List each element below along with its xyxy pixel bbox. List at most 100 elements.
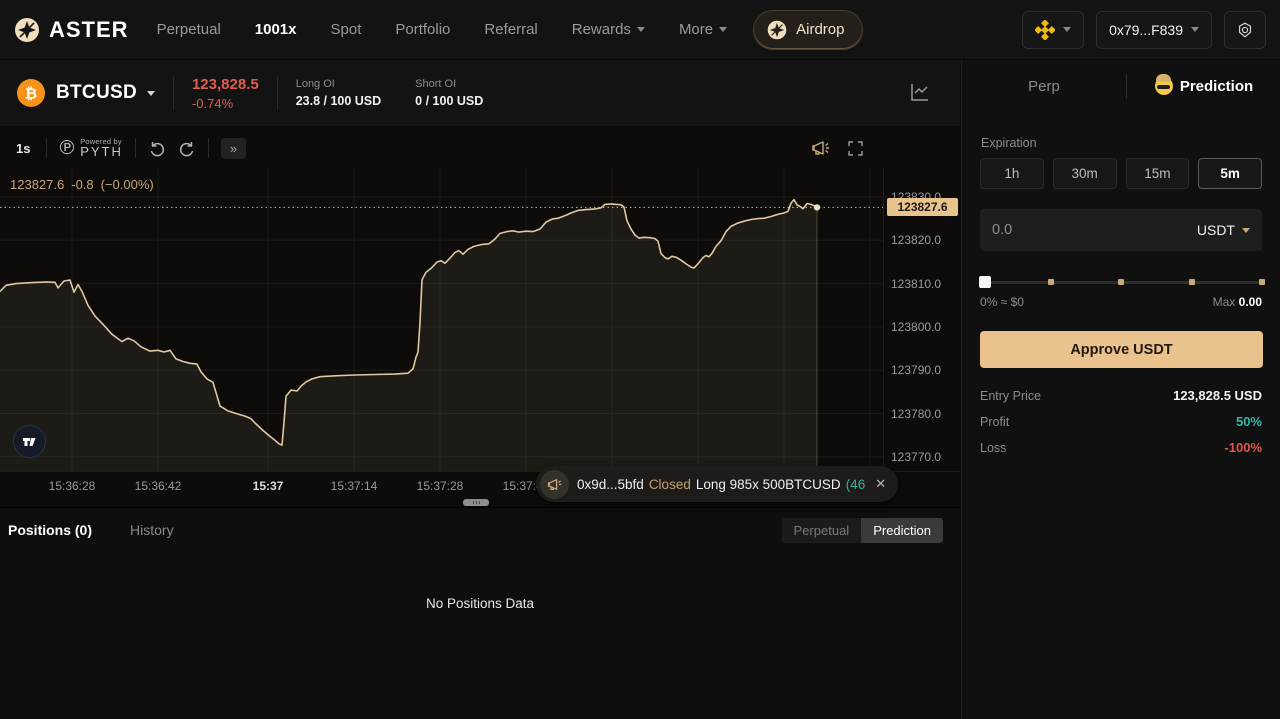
pair-name: BTCUSD: [56, 82, 137, 104]
wallet-selector[interactable]: 0x79...F839: [1096, 11, 1212, 49]
svg-text:₿: ₿: [25, 85, 37, 103]
expiration-30m-button[interactable]: 30m: [1053, 158, 1117, 189]
positions-mode-toggle: Perpetual Prediction: [782, 518, 943, 543]
bnb-chain-icon: [1035, 20, 1055, 40]
slider-tick-50[interactable]: [1118, 279, 1124, 285]
ticker-change: -0.74%: [192, 96, 259, 111]
redo-button[interactable]: [178, 139, 196, 157]
prediction-emoji-icon: [1155, 77, 1173, 95]
settings-button[interactable]: [1224, 11, 1266, 49]
fullscreen-button[interactable]: [847, 140, 864, 157]
expiration-1h-button[interactable]: 1h: [980, 158, 1044, 189]
tab-prediction[interactable]: Prediction: [1127, 77, 1280, 95]
pyth-logo-icon: ℗: [59, 137, 74, 160]
nav-item-perpetual[interactable]: Perpetual: [157, 21, 221, 38]
chevron-down-icon: [1063, 27, 1071, 32]
price-tick: 123790.0: [891, 363, 941, 377]
expand-toolbar-button[interactable]: »: [221, 138, 246, 159]
chart-toolbar: 1s ℗ Powered by PYTH: [0, 127, 960, 169]
tab-perp[interactable]: Perp: [962, 78, 1126, 95]
gear-icon: [1237, 20, 1253, 40]
tradingview-icon: [21, 433, 38, 450]
chevron-down-icon: [147, 91, 155, 96]
chart-area: 1s ℗ Powered by PYTH: [0, 126, 960, 507]
price-axis[interactable]: 123830.0123820.0123810.0123800.0123790.0…: [883, 169, 960, 471]
slider-handle[interactable]: [979, 276, 991, 288]
top-nav: ASTER Perpetual 1001x Spot Portfolio Ref…: [0, 0, 1280, 60]
chevron-down-icon: [1191, 27, 1199, 32]
last-price-badge: 123827.6: [887, 198, 958, 216]
loss-value: -100%: [1224, 440, 1262, 455]
short-oi-value: 0 / 100 USD: [415, 94, 483, 108]
trade-notification-toast[interactable]: 0x9d...5bfd Closed Long 985x 500BTCUSD (…: [536, 466, 898, 502]
airdrop-button[interactable]: Airdrop: [753, 10, 863, 50]
chart-toggle-button[interactable]: [908, 80, 932, 104]
pair-selector[interactable]: ₿ BTCUSD: [16, 78, 155, 108]
chart-canvas: [0, 169, 883, 471]
loss-row: Loss -100%: [980, 440, 1262, 455]
toast-address: 0x9d...5bfd: [577, 477, 644, 492]
nav-item-1001x[interactable]: 1001x: [255, 21, 297, 38]
time-tick: 15:37:14: [331, 479, 378, 493]
profit-row: Profit 50%: [980, 414, 1262, 429]
undo-icon: [148, 139, 166, 157]
nav-item-rewards[interactable]: Rewards: [572, 21, 645, 38]
announcements-button[interactable]: [811, 139, 831, 157]
nav-item-portfolio[interactable]: Portfolio: [395, 21, 450, 38]
line-chart-icon: [908, 80, 932, 104]
tab-positions[interactable]: Positions (0): [8, 522, 92, 538]
slider-tick-75[interactable]: [1189, 279, 1195, 285]
divider: [173, 76, 174, 110]
app-window: ASTER Perpetual 1001x Spot Portfolio Ref…: [0, 0, 1280, 719]
expiration-label: Expiration: [981, 136, 1280, 150]
fullscreen-icon: [847, 140, 864, 157]
legend-change: -0.8: [71, 177, 93, 192]
brand[interactable]: ASTER: [14, 17, 129, 43]
divider: [208, 138, 209, 158]
divider: [135, 138, 136, 158]
legend-price: 123827.6: [10, 177, 64, 192]
chain-selector[interactable]: [1022, 11, 1084, 49]
price-chart[interactable]: 123827.6 -0.8 (−0.00%): [0, 169, 883, 471]
tradingview-logo[interactable]: [13, 425, 46, 458]
toggle-perpetual[interactable]: Perpetual: [782, 518, 862, 543]
currency-selector[interactable]: USDT: [1197, 222, 1250, 238]
expiration-5m-button[interactable]: 5m: [1198, 158, 1262, 189]
approve-usdt-button[interactable]: Approve USDT: [980, 331, 1263, 368]
empty-positions-message: No Positions Data: [0, 596, 960, 611]
scrollbar-handle[interactable]: [463, 499, 489, 506]
entry-price-row: Entry Price 123,828.5 USD: [980, 388, 1262, 403]
price-tick: 123810.0: [891, 277, 941, 291]
price-tick: 123770.0: [891, 450, 941, 464]
nav-item-spot[interactable]: Spot: [331, 21, 362, 38]
expiration-15m-button[interactable]: 15m: [1126, 158, 1190, 189]
undo-button[interactable]: [148, 139, 166, 157]
brand-name: ASTER: [49, 17, 129, 43]
slider-tick-100[interactable]: [1259, 279, 1265, 285]
chevron-down-icon: [637, 27, 645, 32]
nav-item-more[interactable]: More: [679, 21, 727, 38]
expiration-options: 1h 30m 15m 5m: [962, 158, 1280, 189]
close-icon[interactable]: ✕: [875, 476, 886, 492]
toast-extra: (46: [846, 477, 866, 492]
amount-slider: [980, 277, 1262, 289]
long-oi-value: 23.8 / 100 USD: [296, 94, 381, 108]
interval-button[interactable]: 1s: [12, 141, 34, 156]
positions-panel: Positions (0) History Perpetual Predicti…: [0, 507, 960, 719]
toggle-prediction[interactable]: Prediction: [861, 518, 943, 543]
entry-price-value: 123,828.5 USD: [1173, 388, 1262, 403]
slider-tick-25[interactable]: [1048, 279, 1054, 285]
time-tick: 15:37:28: [417, 479, 464, 493]
aster-logo-icon: [14, 17, 40, 43]
btc-icon: ₿: [16, 78, 46, 108]
chevron-down-icon: [719, 27, 727, 32]
amount-input[interactable]: [992, 222, 1197, 238]
order-panel: Perp Prediction Expiration 1h 30m 15m 5m…: [961, 60, 1280, 719]
toast-text: 0x9d...5bfd Closed Long 985x 500BTCUSD (…: [577, 477, 865, 492]
pyth-attribution: ℗ Powered by PYTH: [59, 137, 122, 160]
nav-item-referral[interactable]: Referral: [484, 21, 537, 38]
wallet-address: 0x79...F839: [1109, 22, 1183, 38]
tab-history[interactable]: History: [130, 522, 174, 538]
divider: [277, 76, 278, 110]
long-oi-label: Long OI: [296, 78, 381, 90]
